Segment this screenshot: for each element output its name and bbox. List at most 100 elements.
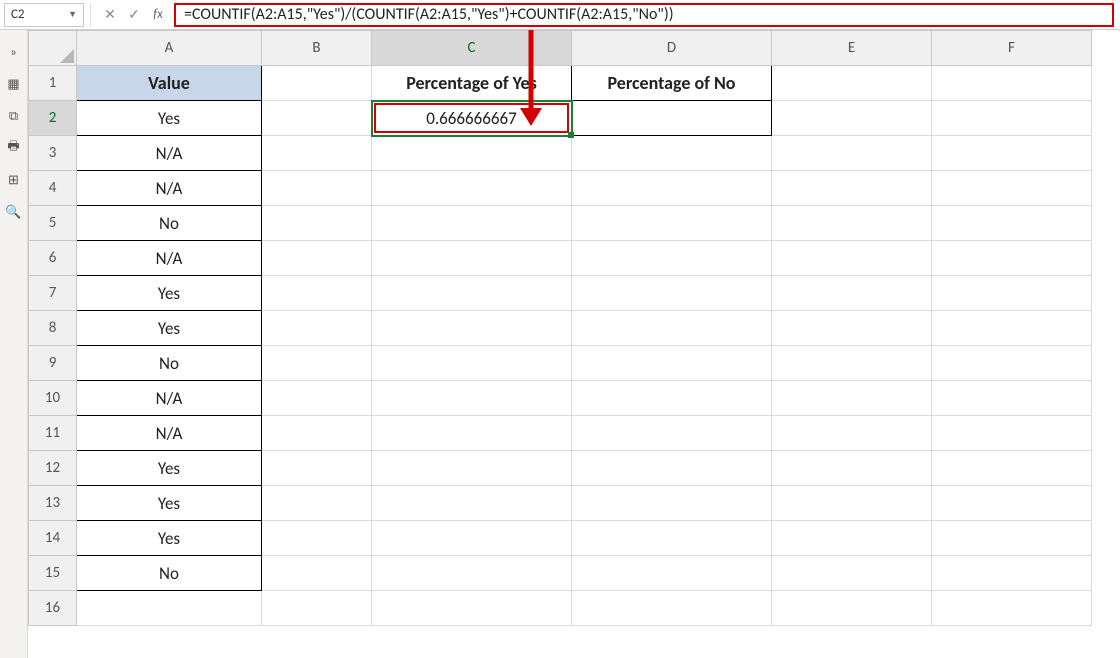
cell-E8[interactable] — [772, 311, 932, 346]
cell-A10[interactable]: N/A — [77, 381, 262, 416]
cell-D15[interactable] — [572, 556, 772, 591]
insert-function-button[interactable]: fx — [146, 3, 170, 27]
cell-F10[interactable] — [932, 381, 1092, 416]
cell-D2[interactable] — [572, 101, 772, 136]
spreadsheet-grid[interactable]: ABCDEF1ValuePercentage of YesPercentage … — [28, 30, 1120, 658]
cell-F3[interactable] — [932, 136, 1092, 171]
cell-C10[interactable] — [372, 381, 572, 416]
cell-A14[interactable]: Yes — [77, 521, 262, 556]
cell-B5[interactable] — [262, 206, 372, 241]
cell-F14[interactable] — [932, 521, 1092, 556]
cell-D12[interactable] — [572, 451, 772, 486]
cell-C4[interactable] — [372, 171, 572, 206]
cell-C13[interactable] — [372, 486, 572, 521]
cell-B13[interactable] — [262, 486, 372, 521]
cell-D5[interactable] — [572, 206, 772, 241]
row-header-2[interactable]: 2 — [29, 101, 77, 136]
cell-A4[interactable]: N/A — [77, 171, 262, 206]
cell-D11[interactable] — [572, 416, 772, 451]
row-header-16[interactable]: 16 — [29, 591, 77, 626]
cell-B14[interactable] — [262, 521, 372, 556]
row-header-10[interactable]: 10 — [29, 381, 77, 416]
cell-A8[interactable]: Yes — [77, 311, 262, 346]
cell-F1[interactable] — [932, 66, 1092, 101]
row-header-14[interactable]: 14 — [29, 521, 77, 556]
formula-input[interactable]: =COUNTIF(A2:A15,"Yes")/(COUNTIF(A2:A15,"… — [174, 3, 1114, 27]
cell-D10[interactable] — [572, 381, 772, 416]
chevron-down-icon[interactable]: ▼ — [68, 9, 77, 20]
row-header-13[interactable]: 13 — [29, 486, 77, 521]
cell-A7[interactable]: Yes — [77, 276, 262, 311]
expand-panel-icon[interactable]: » — [4, 42, 24, 62]
cell-A9[interactable]: No — [77, 346, 262, 381]
cell-B9[interactable] — [262, 346, 372, 381]
column-header-D[interactable]: D — [572, 31, 772, 66]
column-header-F[interactable]: F — [932, 31, 1092, 66]
cell-C6[interactable] — [372, 241, 572, 276]
name-box[interactable]: C2 ▼ — [4, 3, 84, 27]
cell-B10[interactable] — [262, 381, 372, 416]
cell-F15[interactable] — [932, 556, 1092, 591]
cell-E4[interactable] — [772, 171, 932, 206]
cell-B2[interactable] — [262, 101, 372, 136]
cell-B15[interactable] — [262, 556, 372, 591]
panel-icon[interactable]: ⊞ — [4, 170, 24, 190]
cell-D14[interactable] — [572, 521, 772, 556]
cell-F11[interactable] — [932, 416, 1092, 451]
cell-E6[interactable] — [772, 241, 932, 276]
cell-E9[interactable] — [772, 346, 932, 381]
cell-B11[interactable] — [262, 416, 372, 451]
cell-D9[interactable] — [572, 346, 772, 381]
cell-D4[interactable] — [572, 171, 772, 206]
cell-F2[interactable] — [932, 101, 1092, 136]
row-header-5[interactable]: 5 — [29, 206, 77, 241]
cell-A15[interactable]: No — [77, 556, 262, 591]
panel-icon[interactable]: ⧉ — [4, 106, 24, 126]
cell-C12[interactable] — [372, 451, 572, 486]
cell-E7[interactable] — [772, 276, 932, 311]
cell-A12[interactable]: Yes — [77, 451, 262, 486]
cell-D3[interactable] — [572, 136, 772, 171]
column-header-B[interactable]: B — [262, 31, 372, 66]
row-header-4[interactable]: 4 — [29, 171, 77, 206]
cell-B7[interactable] — [262, 276, 372, 311]
cell-B1[interactable] — [262, 66, 372, 101]
cell-F7[interactable] — [932, 276, 1092, 311]
cell-E10[interactable] — [772, 381, 932, 416]
formula-enter-button[interactable]: ✓ — [122, 3, 146, 27]
column-header-E[interactable]: E — [772, 31, 932, 66]
cell-F4[interactable] — [932, 171, 1092, 206]
cell-E2[interactable] — [772, 101, 932, 136]
cell-D16[interactable] — [572, 591, 772, 626]
cell-C5[interactable] — [372, 206, 572, 241]
cell-F8[interactable] — [932, 311, 1092, 346]
find-icon[interactable]: 🔍 — [4, 202, 24, 222]
row-header-9[interactable]: 9 — [29, 346, 77, 381]
cell-D13[interactable] — [572, 486, 772, 521]
row-header-3[interactable]: 3 — [29, 136, 77, 171]
cell-C2[interactable]: 0.666666667 — [372, 101, 572, 136]
cell-C16[interactable] — [372, 591, 572, 626]
cell-A11[interactable]: N/A — [77, 416, 262, 451]
cell-A3[interactable]: N/A — [77, 136, 262, 171]
cell-B12[interactable] — [262, 451, 372, 486]
cell-E13[interactable] — [772, 486, 932, 521]
cell-D1[interactable]: Percentage of No — [572, 66, 772, 101]
row-header-11[interactable]: 11 — [29, 416, 77, 451]
cell-D6[interactable] — [572, 241, 772, 276]
cell-C9[interactable] — [372, 346, 572, 381]
cell-E15[interactable] — [772, 556, 932, 591]
formula-cancel-button[interactable]: ✕ — [98, 3, 122, 27]
cell-E11[interactable] — [772, 416, 932, 451]
cell-E12[interactable] — [772, 451, 932, 486]
cell-A16[interactable] — [77, 591, 262, 626]
row-header-8[interactable]: 8 — [29, 311, 77, 346]
select-all-corner[interactable] — [29, 31, 77, 66]
cell-A1[interactable]: Value — [77, 66, 262, 101]
cell-B8[interactable] — [262, 311, 372, 346]
cell-C15[interactable] — [372, 556, 572, 591]
cell-F12[interactable] — [932, 451, 1092, 486]
cell-E1[interactable] — [772, 66, 932, 101]
cell-E14[interactable] — [772, 521, 932, 556]
cell-D7[interactable] — [572, 276, 772, 311]
